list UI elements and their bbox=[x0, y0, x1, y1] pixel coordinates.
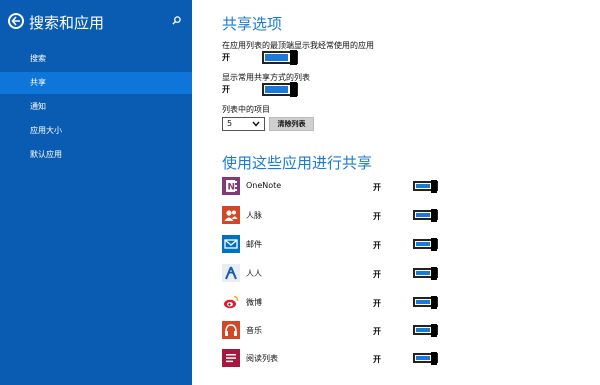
show-methods-toggle[interactable] bbox=[262, 82, 298, 97]
app-name: OneNote bbox=[246, 181, 282, 190]
people-icon bbox=[222, 206, 240, 224]
search-icon[interactable] bbox=[172, 16, 181, 25]
app-row-weibo: 微博 开 bbox=[222, 293, 592, 315]
app-state: 开 bbox=[373, 183, 381, 192]
sidebar-title: 搜索和应用 bbox=[29, 14, 105, 32]
app-share-toggle[interactable] bbox=[413, 238, 438, 251]
renren-icon bbox=[222, 264, 240, 282]
app-row-people: 人脉 开 bbox=[222, 206, 592, 228]
onenote-icon: N bbox=[222, 177, 240, 195]
frequent-apps-toggle[interactable] bbox=[262, 50, 298, 65]
sidebar-item-notifications[interactable]: 通知 bbox=[0, 96, 192, 118]
list-items-select[interactable]: 5 bbox=[222, 117, 265, 131]
app-row-renren: 人人 开 bbox=[222, 264, 592, 286]
app-row-mail: 邮件 开 bbox=[222, 235, 592, 257]
app-name: 阅读列表 bbox=[246, 354, 278, 363]
settings-sidebar: 搜索和应用 搜索 共享 通知 应用大小 默认应用 bbox=[0, 0, 192, 385]
app-row-onenote: N OneNote 开 bbox=[222, 177, 592, 199]
sidebar-item-label: 应用大小 bbox=[30, 126, 62, 135]
frequent-apps-state: 开 bbox=[222, 53, 230, 62]
app-share-toggle[interactable] bbox=[413, 296, 438, 309]
app-name: 微博 bbox=[246, 298, 262, 307]
reading-list-icon bbox=[222, 349, 240, 367]
sidebar-item-label: 通知 bbox=[30, 102, 46, 111]
show-methods-state: 开 bbox=[222, 85, 230, 94]
list-items-value: 5 bbox=[227, 119, 233, 128]
app-name: 音乐 bbox=[246, 326, 262, 335]
app-state: 开 bbox=[373, 270, 381, 279]
app-share-toggle[interactable] bbox=[413, 324, 438, 337]
app-state: 开 bbox=[373, 327, 381, 336]
sidebar-item-label: 默认应用 bbox=[30, 150, 62, 159]
chevron-down-icon bbox=[252, 121, 260, 127]
app-state: 开 bbox=[373, 212, 381, 221]
app-name: 邮件 bbox=[246, 240, 262, 249]
music-icon bbox=[222, 321, 240, 339]
sidebar-item-search[interactable]: 搜索 bbox=[0, 48, 192, 70]
sidebar-item-app-sizes[interactable]: 应用大小 bbox=[0, 120, 192, 142]
apps-section-heading: 使用这些应用进行共享 bbox=[222, 154, 373, 172]
sidebar-item-label: 搜索 bbox=[30, 54, 46, 63]
back-arrow-icon bbox=[11, 16, 20, 26]
clear-list-button[interactable]: 清除列表 bbox=[269, 117, 314, 131]
app-row-reading-list: 阅读列表 开 bbox=[222, 349, 592, 371]
sidebar-item-default-apps[interactable]: 默认应用 bbox=[0, 144, 192, 166]
mail-icon bbox=[222, 235, 240, 253]
svg-text:N: N bbox=[228, 183, 236, 193]
app-name: 人脉 bbox=[246, 211, 262, 220]
app-share-toggle[interactable] bbox=[413, 180, 438, 193]
sidebar-item-share[interactable]: 共享 bbox=[0, 72, 192, 94]
app-share-toggle[interactable] bbox=[413, 209, 438, 222]
app-name: 人人 bbox=[246, 269, 262, 278]
share-settings-panel: 共享选项 在应用列表的最顶端显示我经常使用的应用 开 显示常用共享方式的列表 开… bbox=[192, 0, 600, 385]
app-state: 开 bbox=[373, 241, 381, 250]
back-button[interactable] bbox=[8, 13, 24, 29]
frequent-apps-label: 在应用列表的最顶端显示我经常使用的应用 bbox=[222, 41, 374, 50]
app-row-music: 音乐 开 bbox=[222, 321, 592, 343]
app-state: 开 bbox=[373, 355, 381, 364]
list-items-label: 列表中的项目 bbox=[222, 105, 270, 114]
app-state: 开 bbox=[373, 299, 381, 308]
share-options-heading: 共享选项 bbox=[222, 15, 283, 33]
sidebar-item-label: 共享 bbox=[30, 78, 46, 87]
app-share-toggle[interactable] bbox=[413, 352, 438, 365]
app-share-toggle[interactable] bbox=[413, 267, 438, 280]
weibo-icon bbox=[222, 293, 240, 311]
